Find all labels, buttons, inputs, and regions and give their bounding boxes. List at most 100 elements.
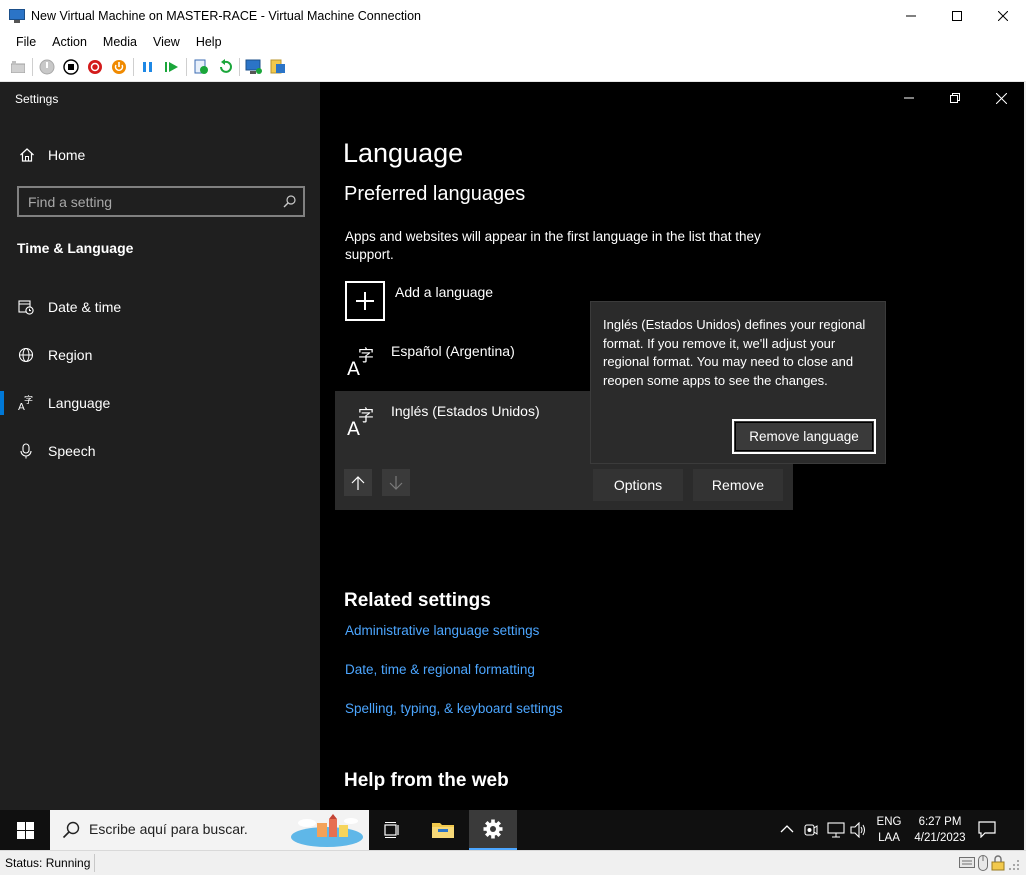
language-icon: A字	[347, 406, 374, 437]
plus-icon	[345, 281, 385, 321]
menu-help[interactable]: Help	[188, 35, 230, 49]
sidebar-item-date-time[interactable]: Date & time	[0, 287, 320, 327]
share-button[interactable]	[266, 56, 290, 78]
arrow-up-icon	[351, 475, 365, 490]
pause-button[interactable]	[136, 56, 160, 78]
revert-button[interactable]	[213, 56, 237, 78]
resume-button[interactable]	[160, 56, 184, 78]
host-maximize-button[interactable]	[934, 0, 980, 31]
sidebar-home-label: Home	[48, 147, 86, 163]
start-icon	[39, 59, 55, 75]
resize-grip-icon[interactable]	[1008, 855, 1020, 871]
keyboard-status-icon	[959, 857, 975, 868]
settings-restore-button[interactable]	[932, 82, 978, 114]
checkpoint-icon	[194, 59, 208, 74]
language-name: Español (Argentina)	[391, 343, 515, 359]
host-toolbar	[0, 53, 1026, 82]
menu-media[interactable]: Media	[95, 35, 145, 49]
host-window-title: New Virtual Machine on MASTER-RACE - Vir…	[31, 8, 421, 23]
chevron-up-icon[interactable]	[780, 822, 794, 836]
settings-close-button[interactable]	[978, 82, 1024, 114]
notification-center-icon[interactable]	[978, 821, 996, 838]
meet-now-icon[interactable]	[804, 822, 818, 838]
guest-display[interactable]: Settings Home Time & Language Date & tim…	[0, 82, 1024, 850]
close-icon	[995, 92, 1007, 104]
volume-icon[interactable]	[850, 822, 868, 838]
keyboard-icon	[11, 61, 25, 73]
share-icon	[270, 59, 285, 74]
move-up-button[interactable]	[344, 469, 372, 496]
language-icon: A字	[347, 346, 374, 377]
enhanced-session-icon	[245, 59, 262, 74]
shut-down-button[interactable]	[83, 56, 107, 78]
move-down-button[interactable]	[382, 469, 410, 496]
sidebar-item-language[interactable]: A字 Language	[0, 383, 320, 423]
date-time-regional-formatting-link[interactable]: Date, time & regional formatting	[345, 662, 535, 677]
sidebar-item-region[interactable]: Region	[0, 335, 320, 375]
restore-icon	[950, 93, 960, 103]
section-title: Time & Language	[17, 240, 134, 256]
file-explorer-taskbar-button[interactable]	[419, 810, 467, 850]
search-icon	[62, 821, 80, 839]
selected-indicator	[0, 391, 4, 415]
start-vm-button[interactable]	[35, 56, 59, 78]
home-icon	[20, 148, 34, 162]
host-minimize-button[interactable]	[888, 0, 934, 31]
taskbar-search-box[interactable]: Escribe aquí para buscar.	[50, 810, 369, 850]
sidebar-home[interactable]: Home	[0, 142, 320, 168]
taskbar-clock[interactable]: 6:27 PM 4/21/2023	[908, 814, 972, 846]
flyout-message: Inglés (Estados Unidos) defines your reg…	[603, 317, 866, 388]
options-button[interactable]: Options	[593, 469, 683, 501]
language-name: Inglés (Estados Unidos)	[391, 403, 540, 419]
ctrl-alt-del-button[interactable]	[6, 56, 30, 78]
sidebar-item-speech[interactable]: Speech	[0, 431, 320, 471]
host-menu-bar: File Action Media View Help	[0, 31, 1026, 53]
task-view-button[interactable]	[369, 810, 417, 850]
power-icon	[112, 60, 126, 74]
globe-icon	[18, 347, 34, 363]
clock-date: 4/21/2023	[914, 832, 966, 844]
enhanced-session-button[interactable]	[242, 56, 266, 78]
vm-connection-window: New Virtual Machine on MASTER-RACE - Vir…	[0, 0, 1026, 875]
related-settings-heading: Related settings	[344, 590, 491, 611]
toolbar-separator	[186, 58, 187, 76]
host-title-bar: New Virtual Machine on MASTER-RACE - Vir…	[0, 0, 1026, 31]
turn-off-button[interactable]	[59, 56, 83, 78]
arrow-down-icon	[389, 475, 403, 490]
menu-file[interactable]: File	[8, 35, 44, 49]
lock-status-icon	[991, 855, 1005, 871]
gear-icon	[483, 819, 503, 839]
host-status-bar: Status: Running	[0, 850, 1026, 875]
calendar-clock-icon	[18, 300, 34, 315]
remove-button[interactable]: Remove	[693, 469, 783, 501]
start-button[interactable]	[0, 810, 50, 850]
sidebar-item-label: Region	[48, 347, 93, 363]
input-language-indicator[interactable]: ENG LAA	[870, 814, 908, 846]
host-close-button[interactable]	[980, 0, 1026, 31]
checkpoint-button[interactable]	[189, 56, 213, 78]
menu-view[interactable]: View	[145, 35, 188, 49]
status-divider	[94, 854, 95, 872]
svg-text:字: 字	[358, 346, 374, 365]
search-input[interactable]	[28, 192, 278, 212]
microphone-icon	[20, 443, 32, 459]
settings-minimize-button[interactable]	[886, 82, 932, 114]
turn-off-icon	[63, 59, 79, 75]
settings-taskbar-button[interactable]	[469, 810, 517, 850]
mouse-status-icon	[978, 855, 988, 871]
remove-language-flyout: Inglés (Estados Unidos) defines your reg…	[590, 301, 886, 464]
spelling-typing-keyboard-settings-link[interactable]: Spelling, typing, & keyboard settings	[345, 701, 563, 716]
remove-language-button[interactable]: Remove language	[732, 419, 876, 454]
administrative-language-settings-link[interactable]: Administrative language settings	[345, 623, 539, 638]
svg-text:字: 字	[24, 395, 33, 406]
settings-window-title: Settings	[15, 92, 59, 106]
network-icon[interactable]	[827, 822, 845, 838]
search-icon[interactable]	[283, 195, 296, 208]
menu-action[interactable]: Action	[44, 35, 95, 49]
preferred-languages-description: Apps and websites will appear in the fir…	[345, 229, 761, 262]
resume-icon	[165, 62, 178, 72]
save-state-button[interactable]	[107, 56, 131, 78]
revert-icon	[220, 59, 232, 73]
svg-text:字: 字	[358, 406, 374, 425]
page-title: Language	[343, 138, 464, 168]
